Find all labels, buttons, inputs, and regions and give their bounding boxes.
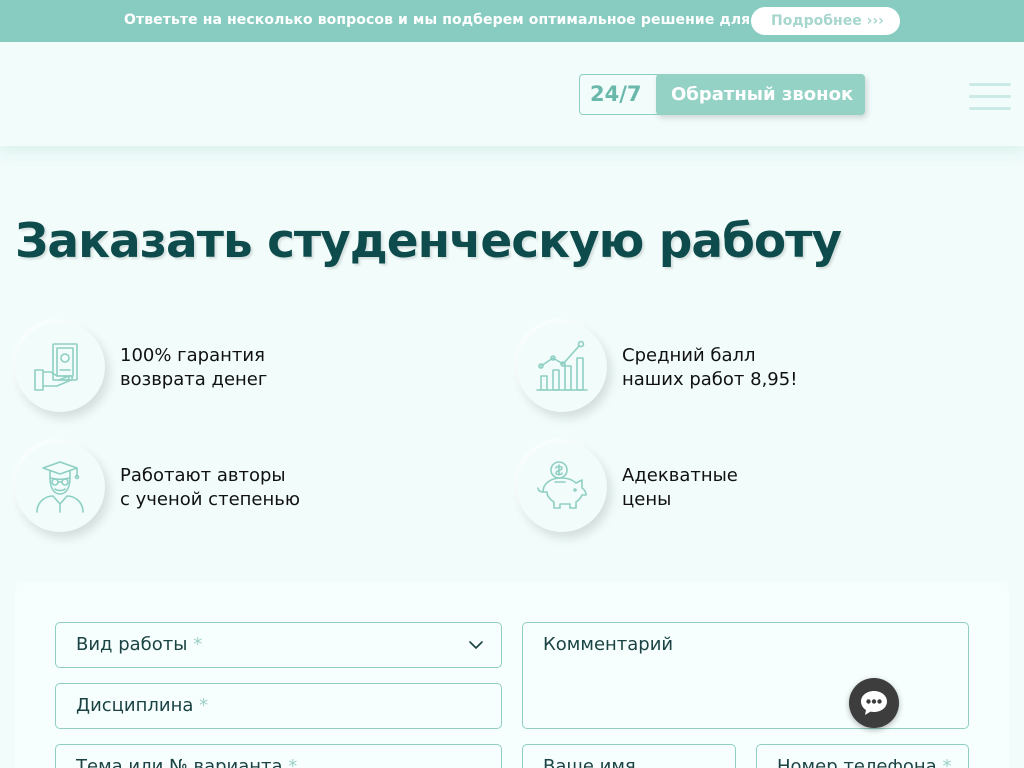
promo-text: Ответьте на несколько вопросов и мы подб… xyxy=(124,12,784,28)
topic-label: Тема или № варианта xyxy=(76,756,283,768)
comment-label: Комментарий xyxy=(543,634,674,655)
feature-label-line1: Адекватные xyxy=(622,465,738,486)
feature-label-line2: возврата денег xyxy=(120,369,268,390)
name-label: Ваше имя xyxy=(543,756,636,768)
feature-label-line2: цены xyxy=(622,489,672,510)
promo-more-button[interactable]: Подробнее ››› xyxy=(751,7,900,35)
work-type-label: Вид работы xyxy=(76,634,188,655)
name-field[interactable]: Ваше имя xyxy=(522,744,736,768)
chat-button[interactable] xyxy=(849,678,899,728)
site-header: 24/7 Обратный звонок xyxy=(0,42,1024,146)
required-mark: * xyxy=(942,756,952,768)
chevrons-right-icon: ››› xyxy=(866,13,884,29)
promo-more-label: Подробнее xyxy=(771,13,862,29)
required-mark: * xyxy=(193,634,203,655)
required-mark: * xyxy=(288,756,298,768)
comment-textarea[interactable]: Комментарий xyxy=(522,622,969,729)
page-title: Заказать студенческую работу xyxy=(15,214,842,269)
phone-label: Номер телефона xyxy=(777,756,937,768)
work-type-select[interactable]: Вид работы * xyxy=(55,622,502,668)
feature-label-line2: с ученой степенью xyxy=(120,489,301,510)
piggy-bank-icon xyxy=(537,461,587,509)
phone-field[interactable]: Номер телефона * xyxy=(756,744,969,768)
hours-badge: 24/7 xyxy=(579,74,659,115)
money-hand-icon xyxy=(34,343,78,391)
topic-field[interactable]: Тема или № варианта * xyxy=(55,744,502,768)
required-mark: * xyxy=(199,695,209,716)
chevron-down-icon xyxy=(469,641,483,649)
promo-bar: Ответьте на несколько вопросов и мы подб… xyxy=(0,0,1024,42)
feature-label-line1: Работают авторы xyxy=(120,465,286,486)
feature-label-line1: Средний балл xyxy=(622,345,756,366)
discipline-label: Дисциплина xyxy=(76,695,194,716)
chat-bubble-icon xyxy=(861,691,887,715)
menu-icon[interactable] xyxy=(969,83,1011,111)
growth-chart-icon xyxy=(536,340,588,391)
discipline-field[interactable]: Дисциплина * xyxy=(55,683,502,729)
callback-button[interactable]: Обратный звонок xyxy=(656,74,865,115)
feature-label-line2: наших работ 8,95! xyxy=(622,369,798,390)
feature-label-line1: 100% гарантия xyxy=(120,345,265,366)
graduate-author-icon xyxy=(36,461,84,513)
